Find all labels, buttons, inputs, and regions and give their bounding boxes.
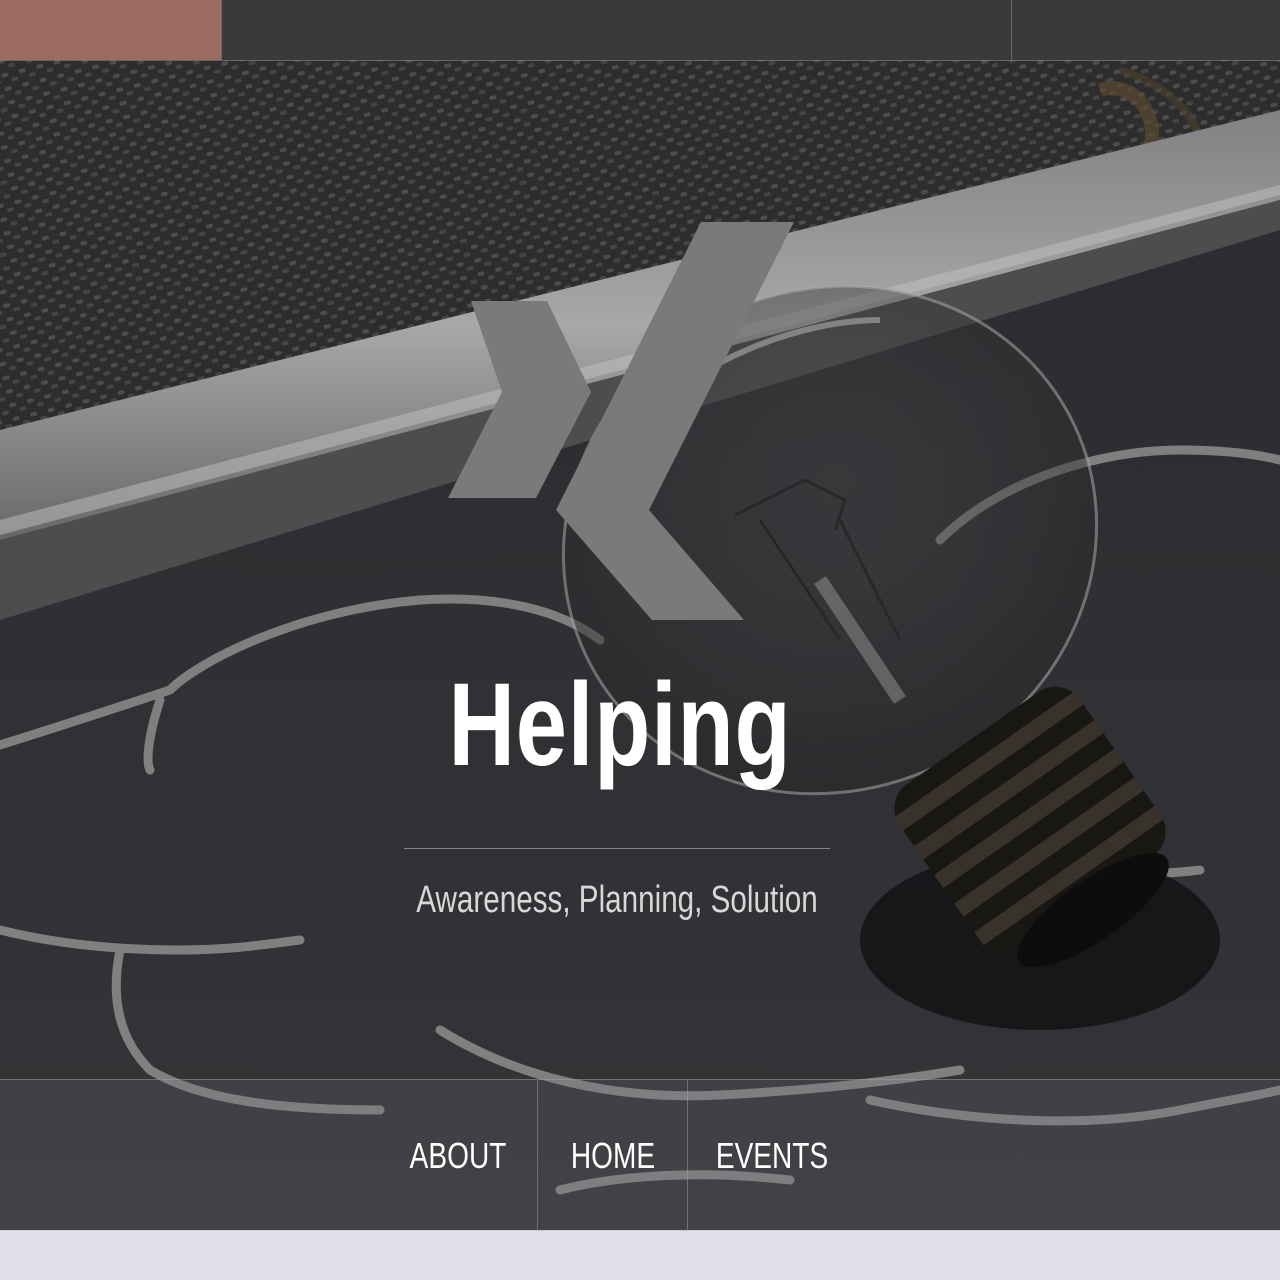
nav-item-about[interactable]: ABOUT (380, 1080, 537, 1231)
nav-item-home[interactable]: HOME (537, 1080, 688, 1231)
page: Helping Awareness, Planning, Solution AB… (0, 0, 1280, 1280)
top-bar-accent-block[interactable] (0, 0, 221, 60)
top-bar (0, 0, 1280, 61)
main-nav: ABOUT HOME EVENTS (0, 1079, 1280, 1231)
xing-icon (448, 222, 794, 620)
page-title: Helping (448, 659, 792, 791)
nav-item-events[interactable]: EVENTS (687, 1080, 856, 1231)
footer-strip (0, 1230, 1280, 1280)
title-divider (404, 848, 830, 849)
top-bar-center-panel (221, 0, 1012, 60)
nav-item-label: HOME (570, 1134, 656, 1176)
top-bar-right-panel[interactable] (1011, 0, 1280, 60)
nav-item-label: ABOUT (410, 1134, 507, 1176)
nav-item-label: EVENTS (715, 1134, 829, 1176)
page-subtitle: Awareness, Planning, Solution (416, 879, 818, 921)
